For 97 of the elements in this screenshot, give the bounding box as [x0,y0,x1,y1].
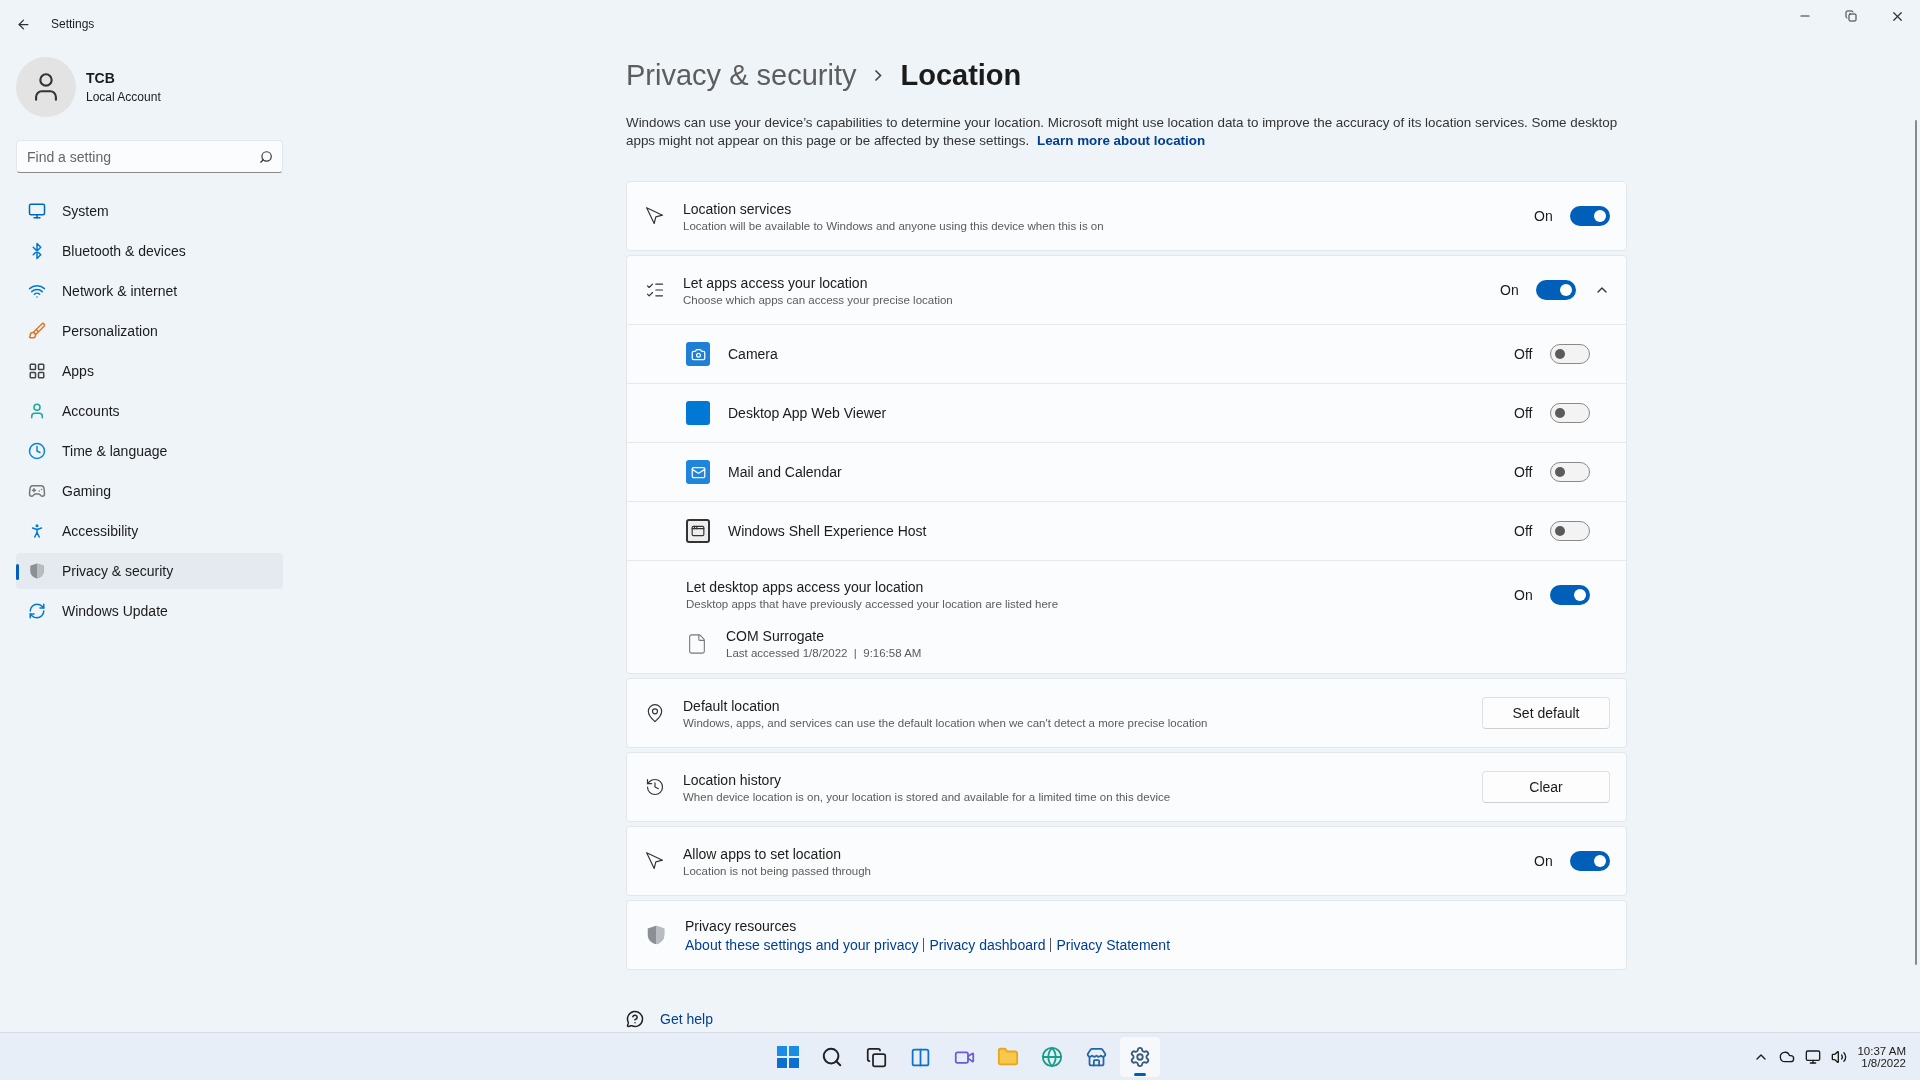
navigation-arrow-icon [645,851,665,871]
privacy-link[interactable]: Privacy Statement [1056,936,1171,953]
browser-icon [1041,1046,1063,1068]
help-icon [626,1010,644,1028]
account-type: Local Account [86,90,161,104]
network-icon[interactable] [1805,1048,1822,1065]
toggle-state-label: On [1534,853,1554,869]
toggle-switch[interactable] [1550,584,1590,605]
search-icon [821,1046,843,1068]
setting-title: Allow apps to set location [683,845,842,862]
clock-icon [28,442,46,460]
wifi-icon [28,282,46,300]
widgets-icon [909,1046,931,1068]
windows-logo-icon [777,1046,799,1068]
file-icon [686,632,708,655]
search-icon [259,150,273,164]
back-icon[interactable] [16,16,31,32]
refresh-icon [28,602,46,620]
scrollbar[interactable] [1915,120,1917,965]
history-icon [645,777,665,797]
nav-item[interactable]: Time & language [16,433,283,469]
setting-title: Location history [683,771,783,788]
nav-item[interactable]: Bluetooth & devices [16,233,283,269]
nav-item[interactable]: Network & internet [16,273,283,309]
toggle-state-label: Off [1514,464,1534,480]
setting-description: Location is not being passed through [683,864,872,877]
toggle-state-label: Off [1514,346,1534,362]
volume-icon[interactable] [1831,1048,1848,1065]
setting-title: Location services [683,200,793,217]
task-view-icon [865,1046,887,1068]
folder-icon [997,1046,1019,1068]
setting-title: Default location [683,697,781,714]
search-field[interactable]: Find a setting [16,140,283,173]
toggle-state-label: On [1514,586,1534,603]
monitor-icon [28,202,46,220]
app-name: Windows Shell Experience Host [728,523,928,539]
clock[interactable]: 10:37 AM 1/8/2022 [1857,1044,1906,1069]
action-button[interactable]: Clear [1482,771,1610,803]
setting-description: Location will be available to Windows and anyone using this device when this is on [683,219,1105,232]
toggle-state-label: Off [1514,405,1534,421]
setting-description: When device location is on, your location is stored and available for a limited time on this device [683,790,1172,803]
app-name: Camera [728,346,779,362]
toggle-switch[interactable] [1570,851,1610,871]
learn-more-link[interactable]: Learn more about location [1036,133,1206,148]
toggle-switch[interactable] [1570,206,1610,226]
app-name: Mail and Calendar [728,464,843,480]
toggle-switch[interactable] [1536,280,1576,300]
nav-item[interactable]: Personalization [16,313,283,349]
app-name: Desktop App Web Viewer [728,405,888,421]
nav-item[interactable]: Accessibility [16,513,283,549]
toggle-state-label: On [1500,282,1520,298]
app-name: COM Surrogate [726,628,826,644]
nav-item[interactable]: System [16,193,283,229]
navigation-arrow-icon [645,206,665,226]
grid-icon [28,362,46,380]
privacy-link[interactable]: Privacy dashboard [929,936,1046,953]
camera-app-icon [686,342,710,366]
toggle-switch[interactable] [1550,462,1590,482]
setting-description: Windows, apps, and services can use the default location when we can't detect a more precise location [683,716,1209,729]
shield-icon [28,562,46,580]
brush-icon [28,322,46,340]
setting-description: Choose which apps can access your precise location [683,293,954,306]
breadcrumb-link[interactable]: Privacy & security [626,58,857,92]
app-square-icon [686,401,710,425]
mail-icon [686,460,710,484]
nav-item[interactable]: Apps [16,353,283,389]
shield-icon [645,924,667,946]
toggle-switch[interactable] [1550,403,1590,423]
restore-icon [1845,10,1857,22]
toggle-state-label: Off [1514,523,1534,539]
nav-item[interactable]: Gaming [16,473,283,509]
toggle-switch[interactable] [1550,521,1590,541]
setting-title: Privacy resources [685,917,798,934]
toggle-state-label: On [1534,208,1554,224]
setting-title: Let apps access your location [683,274,869,291]
setting-title: Let desktop apps access your location [686,579,925,595]
chevron-right-icon [874,68,883,82]
window-title: Settings [51,17,95,31]
app-window-icon [686,519,710,543]
page-description: Windows can use your device’s capabilities to determine your location. Microsoft might use location data to improve the accuracy of its location services. Some desktop apps might not appear on this page or be affected by these settings. Learn more about location [626,114,1619,150]
privacy-link[interactable]: About these settings and your privacy [685,936,919,953]
nav-item[interactable]: Accounts [16,393,283,429]
action-button[interactable]: Set default [1482,697,1610,729]
get-help-link[interactable]: Get help [660,1011,713,1027]
nav-item[interactable]: Privacy & security [16,553,283,589]
taskbar-button[interactable] [1120,1037,1160,1077]
page-title: Location [900,58,1022,92]
gamepad-icon [28,482,46,500]
last-accessed-text: Last accessed 1/8/2022 | 9:16:58 AM [726,647,923,659]
toggle-switch[interactable] [1550,344,1590,364]
pin-icon [645,703,665,723]
setting-description: Desktop apps that have previously accessed your location are listed here [686,598,1060,610]
person-icon [28,402,46,420]
account-name: TCB [86,70,116,86]
nav-item[interactable]: Windows Update [16,593,283,629]
settings-icon [1129,1046,1151,1068]
store-icon [1085,1046,1107,1068]
